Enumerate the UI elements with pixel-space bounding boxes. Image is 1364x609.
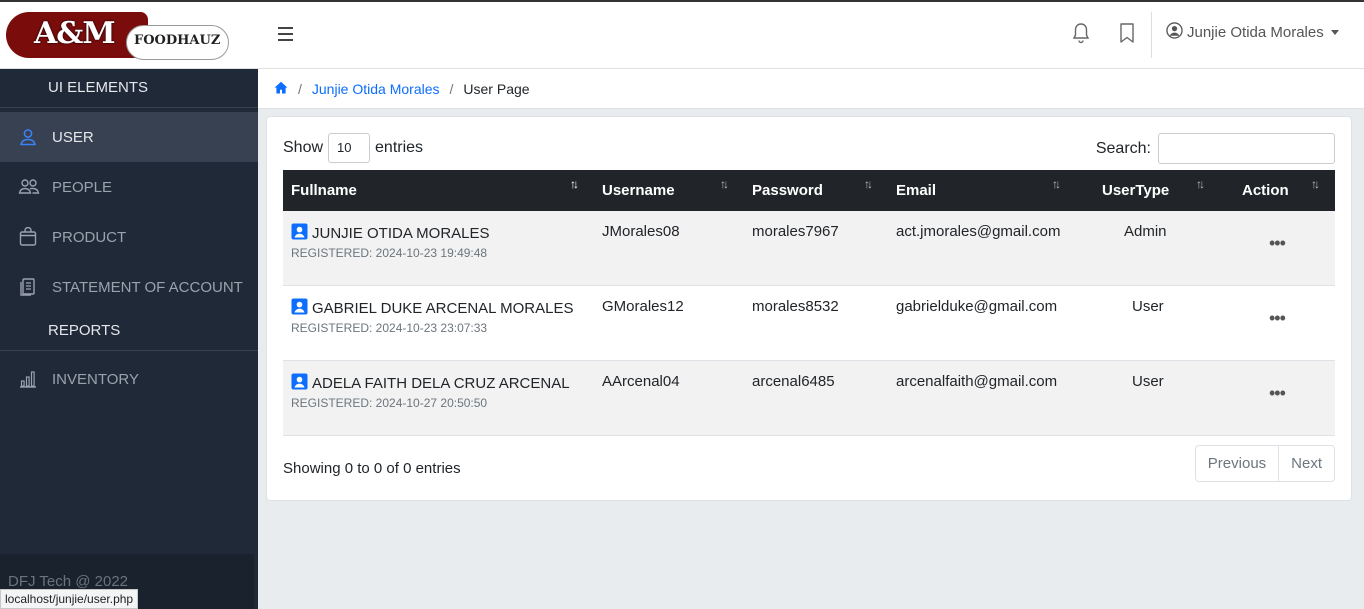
sort-icon[interactable]: ↑↓ [864,177,873,191]
brand-title: A&M [34,16,116,51]
registered-date: REGISTERED: 2024-10-23 23:07:33 [291,321,488,335]
column-header-action[interactable]: Action [1242,182,1289,199]
sidebar-item-statement-of-account[interactable]: STATEMENT OF ACCOUNT [0,262,258,312]
username-cell: AArcenal04 [602,373,680,390]
sidebar-divider [0,350,258,351]
registered-date: REGISTERED: 2024-10-27 20:50:50 [291,396,488,410]
table-header: Fullname ↑↓ Username ↑↓ Password ↑↓ Emai… [283,170,1335,211]
user-fullname: ADELA FAITH DELA CRUZ ARCENAL [312,375,570,392]
breadcrumb-separator: / [449,80,454,97]
password-cell: arcenal6485 [752,373,835,390]
users-table: Fullname ↑↓ Username ↑↓ Password ↑↓ Emai… [283,170,1335,436]
sidebar-item-people[interactable]: PEOPLE [0,162,258,212]
breadcrumb-separator: / [298,80,302,97]
usertype-cell: User [1132,373,1164,390]
next-page-button[interactable]: Next [1279,446,1334,481]
brand-subtitle: FOODHAUZ [134,33,221,48]
previous-page-button[interactable]: Previous [1196,446,1280,481]
browser-status-url: localhost/junjie/user.php [0,589,139,609]
username-cell: GMorales12 [602,298,684,315]
more-actions-icon[interactable]: ••• [1269,233,1286,254]
table-info: Showing 0 to 0 of 0 entries [283,460,461,477]
documents-icon [0,277,52,297]
user-card-icon [291,223,308,244]
sidebar: UI ELEMENTS USER PEOPLE PRODUCT STATEMEN… [0,69,258,609]
usertype-cell: Admin [1124,223,1167,240]
table-row: GABRIEL DUKE ARCENAL MORALES REGISTERED:… [283,286,1335,361]
search-label: Search: [1095,139,1151,157]
fullname-cell: ADELA FAITH DELA CRUZ ARCENAL [291,373,570,394]
email-cell: act.jmorales@gmail.com [896,223,1061,240]
breadcrumb-link-user[interactable]: Junjie Otida Morales [312,81,440,97]
user-card-icon [291,373,308,394]
table-row: JUNJIE OTIDA MORALES REGISTERED: 2024-10… [283,211,1335,286]
sort-asc-icon[interactable]: ↑↓ [570,177,579,191]
breadcrumb: / Junjie Otida Morales / User Page [258,69,1364,109]
user-name: Junjie Otida Morales [1187,24,1324,41]
sort-icon[interactable]: ↑↓ [1052,177,1061,191]
email-cell: gabrielduke@gmail.com [896,298,1058,315]
more-actions-icon[interactable]: ••• [1269,383,1286,404]
sort-icon[interactable]: ↑↓ [720,177,729,191]
fullname-cell: JUNJIE OTIDA MORALES [291,223,490,244]
entries-length-control: Show 10 entries [283,133,423,163]
password-cell: morales7967 [752,223,839,240]
bell-icon[interactable] [1071,22,1091,49]
bookmark-icon[interactable] [1118,22,1136,49]
password-cell: morales8532 [752,298,839,315]
search-control: Search: [1096,133,1335,164]
sidebar-item-user[interactable]: USER [0,112,258,162]
sort-icon[interactable]: ↑↓ [1196,177,1205,191]
people-icon [0,177,52,197]
home-icon[interactable] [274,81,288,97]
sidebar-item-inventory[interactable]: INVENTORY [0,354,258,404]
navbar-divider [1151,12,1152,58]
user-circle-icon [1166,22,1183,43]
column-header-username[interactable]: Username [602,182,675,199]
sidebar-item-product[interactable]: PRODUCT [0,212,258,262]
show-label: Show [283,139,324,156]
fullname-cell: GABRIEL DUKE ARCENAL MORALES [291,298,573,319]
sidebar-item-label: PEOPLE [52,178,113,196]
user-icon [0,127,52,147]
footer-copyright: DFJ Tech @ 2022 [8,573,129,590]
more-actions-icon[interactable]: ••• [1269,308,1286,329]
hamburger-menu-icon[interactable] [278,27,293,41]
entries-select[interactable]: 10 [328,133,371,163]
chevron-down-icon [1330,30,1339,35]
pagination: Previous Next [1194,445,1335,482]
email-cell: arcenalfaith@gmail.com [896,373,1058,390]
sidebar-divider [0,107,258,108]
sidebar-item-label: INVENTORY [52,370,139,388]
user-card-icon [291,298,308,319]
usertype-cell: User [1132,298,1164,315]
table-row: ADELA FAITH DELA CRUZ ARCENAL REGISTERED… [283,361,1335,436]
bar-chart-icon [0,369,52,389]
username-cell: JMorales08 [602,223,680,240]
column-header-fullname[interactable]: Fullname [291,182,357,199]
sidebar-item-label: USER [52,128,94,146]
registered-date: REGISTERED: 2024-10-23 19:49:48 [291,246,488,260]
column-header-email[interactable]: Email [896,182,936,199]
users-card: Show 10 entries Search: Fullname ↑↓ User… [266,116,1352,501]
sidebar-heading-reports: REPORTS [48,322,121,339]
search-input[interactable] [1158,133,1335,164]
sidebar-item-label: PRODUCT [52,228,127,246]
sort-icon[interactable]: ↑↓ [1311,177,1320,191]
user-fullname: JUNJIE OTIDA MORALES [312,225,490,242]
column-header-password[interactable]: Password [752,182,823,199]
top-navbar: A&M FOODHAUZ Junjie Otida Morales [0,2,1364,69]
entries-label: entries [375,139,424,156]
brand-logo[interactable]: A&M FOODHAUZ [6,12,230,62]
sidebar-heading-ui-elements: UI ELEMENTS [48,79,149,96]
user-fullname: GABRIEL DUKE ARCENAL MORALES [312,300,574,317]
sidebar-item-label: STATEMENT OF ACCOUNT [52,278,243,296]
user-dropdown[interactable]: Junjie Otida Morales [1166,22,1339,43]
column-header-usertype[interactable]: UserType [1102,182,1169,199]
breadcrumb-current: User Page [463,80,530,97]
bag-icon [0,227,52,247]
